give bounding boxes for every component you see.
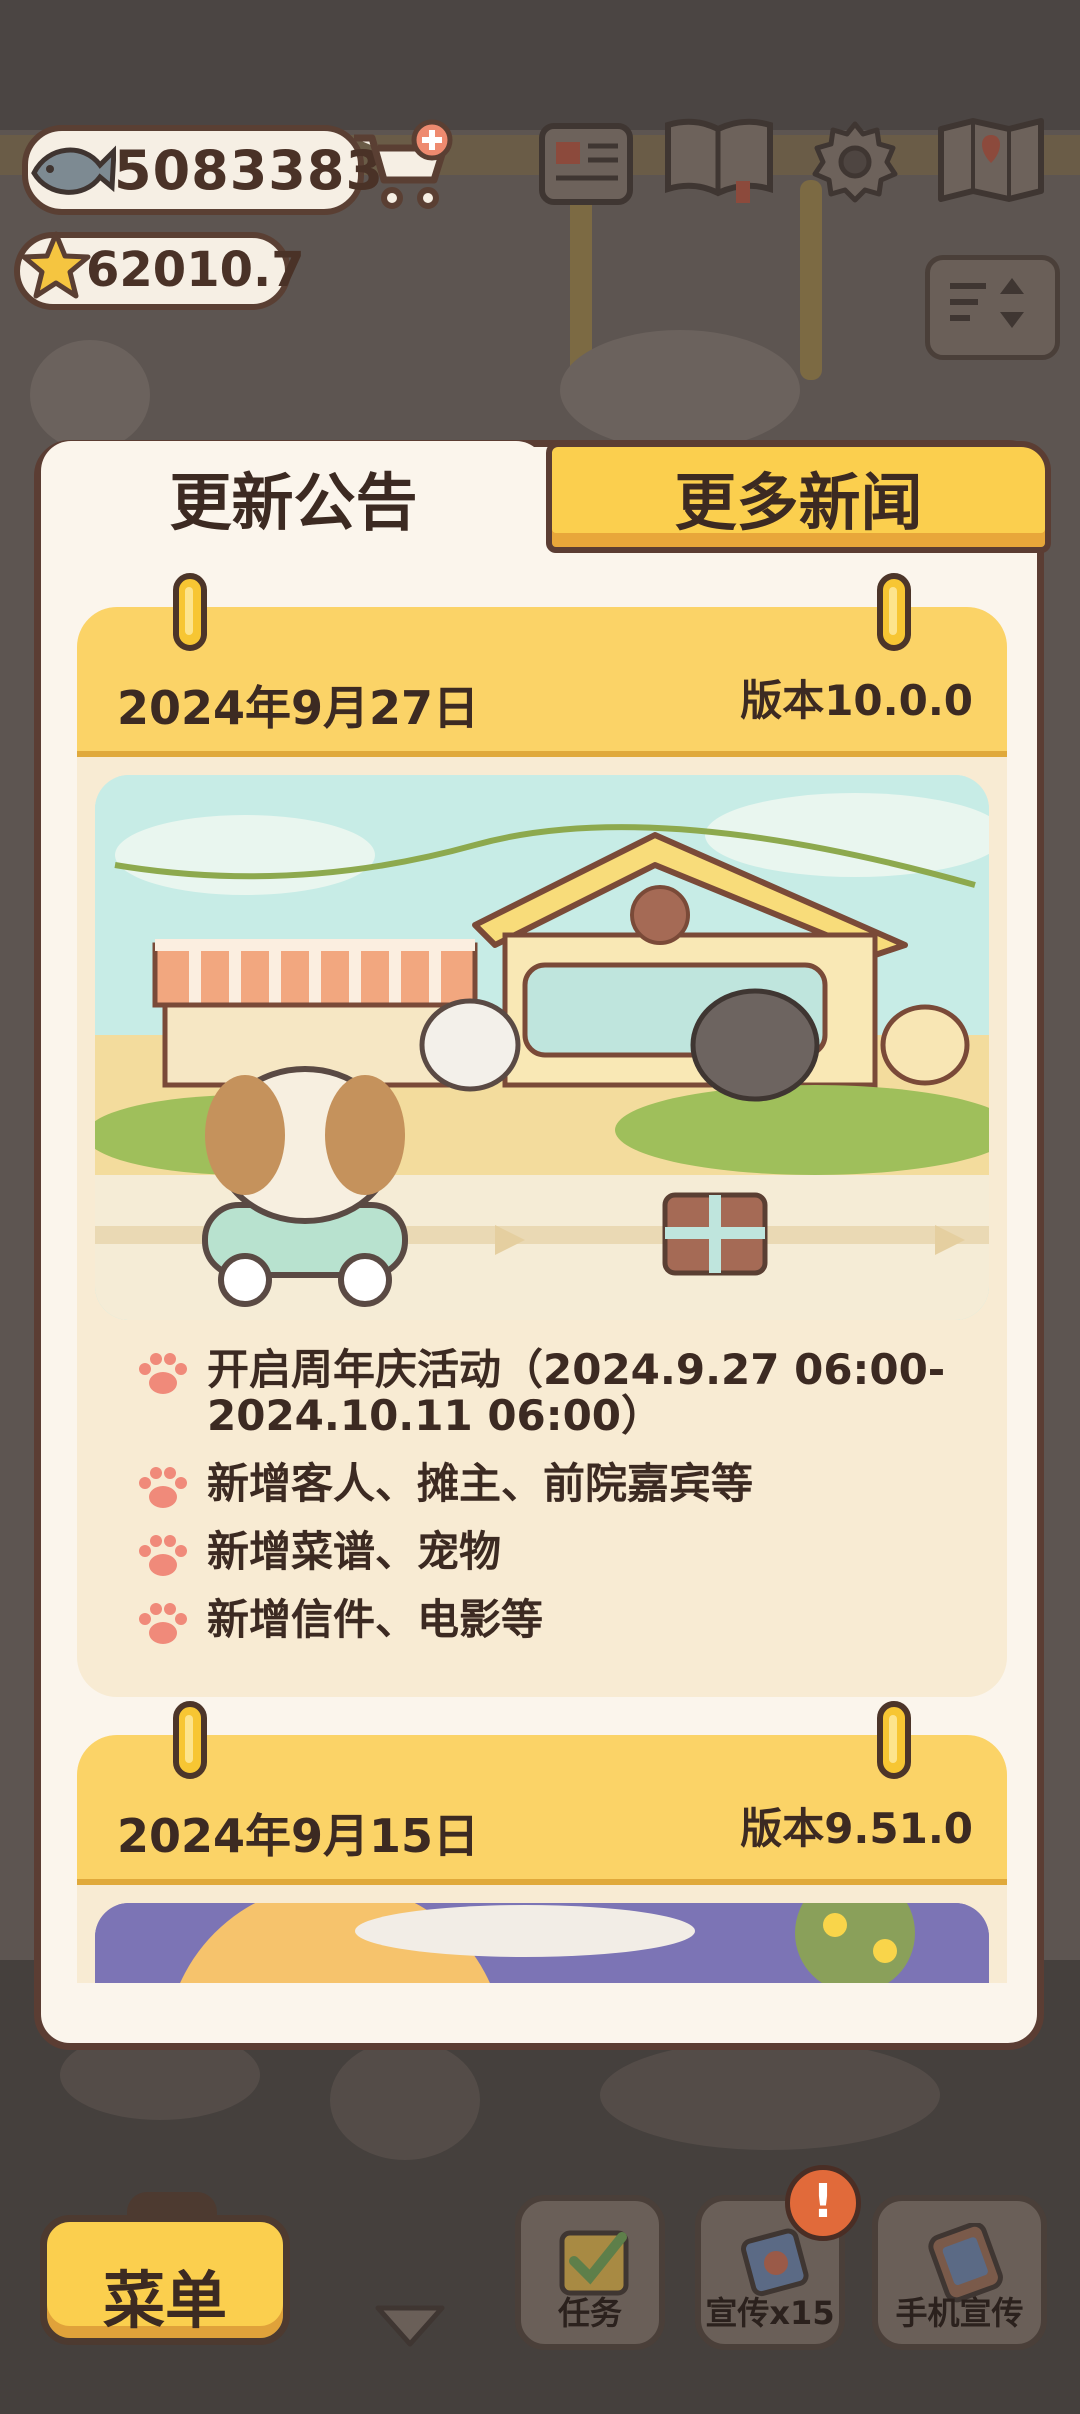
- newspaper-icon[interactable]: [536, 120, 636, 210]
- tab-update-notice[interactable]: 更新公告: [41, 441, 546, 553]
- menu-button[interactable]: 菜单: [40, 2192, 290, 2345]
- paw-icon: [139, 1603, 187, 1644]
- pin-clip-icon: [877, 573, 911, 651]
- announcement-list[interactable]: 2024年9月27日 版本10.0.0 开启周年庆活动（2024.9.27 06…: [77, 567, 1007, 1983]
- menu-label: 菜单: [102, 2264, 227, 2337]
- announcement-date: 2024年9月15日: [117, 1809, 480, 1863]
- announcement-dialog: 更新公告 更多新闻 2024年9月27日 版本10.0.0 开启周年庆活动（20…: [34, 440, 1051, 2050]
- paw-icon: [139, 1467, 187, 1508]
- pin-clip-icon: [877, 1701, 911, 1779]
- update-note-text: 新增客人、摊主、前院嘉宾等: [207, 1459, 754, 1508]
- fish-count: 5083383: [114, 139, 385, 202]
- sort-toggle-button[interactable]: [925, 255, 1060, 360]
- announcement-date: 2024年9月27日: [117, 681, 480, 735]
- paw-icon: [139, 1353, 187, 1394]
- recipe-book-icon[interactable]: [660, 115, 778, 205]
- announcement-card: 2024年9月15日 版本9.51.0: [77, 1701, 1007, 1983]
- star-currency: 62010.7: [14, 231, 305, 310]
- update-note-text: 新增信件、电影等: [207, 1595, 544, 1644]
- update-note-text: 开启周年庆活动（2024.9.27 06:00-2024.10.11 06:00…: [207, 1345, 946, 1440]
- map-icon[interactable]: [935, 115, 1047, 205]
- promote-label: 宣传x15: [705, 2294, 835, 2332]
- list-item: 新增菜谱、宠物: [137, 1527, 977, 1576]
- tab-label: 更多新闻: [674, 466, 923, 539]
- list-item: 开启周年庆活动（2024.9.27 06:00-2024.10.11 06:00…: [137, 1347, 977, 1439]
- announcement-card: 2024年9月27日 版本10.0.0 开启周年庆活动（2024.9.27 06…: [77, 573, 1007, 1697]
- notification-badge: !: [785, 2165, 861, 2241]
- star-icon: [21, 231, 91, 299]
- card-header: 2024年9月15日 版本9.51.0: [77, 1735, 1007, 1885]
- chevron-down-icon[interactable]: [370, 2300, 450, 2350]
- phone-promote-button[interactable]: 手机宣传: [872, 2195, 1047, 2350]
- tab-more-news[interactable]: 更多新闻: [546, 441, 1051, 553]
- settings-gear-icon[interactable]: [805, 118, 905, 208]
- pin-clip-icon: [173, 573, 207, 651]
- fish-icon: [31, 145, 116, 195]
- tasks-label: 任务: [557, 2294, 622, 2332]
- anniversary-event-banner: [95, 775, 989, 1320]
- update-notes: 开启周年庆活动（2024.9.27 06:00-2024.10.11 06:00…: [137, 1347, 977, 1665]
- phone-promote-label: 手机宣传: [895, 2294, 1024, 2332]
- pin-clip-icon: [173, 1701, 207, 1779]
- paw-icon: [139, 1535, 187, 1576]
- card-header: 2024年9月27日 版本10.0.0: [77, 607, 1007, 757]
- update-note-text: 新增菜谱、宠物: [207, 1527, 502, 1576]
- tasks-button[interactable]: 任务: [515, 2195, 665, 2350]
- shop-cart-icon[interactable]: [348, 118, 458, 218]
- star-count: 62010.7: [86, 242, 305, 298]
- list-item: 新增客人、摊主、前院嘉宾等: [137, 1459, 977, 1508]
- announcement-version: 版本10.0.0: [740, 676, 973, 725]
- sort-icon: [950, 278, 1024, 328]
- announcement-version: 版本9.51.0: [740, 1804, 973, 1853]
- moon-festival-banner: [95, 1903, 989, 1983]
- fish-currency: 5083383: [22, 125, 383, 215]
- tab-label: 更新公告: [169, 466, 418, 539]
- list-item: 新增信件、电影等: [137, 1595, 977, 1644]
